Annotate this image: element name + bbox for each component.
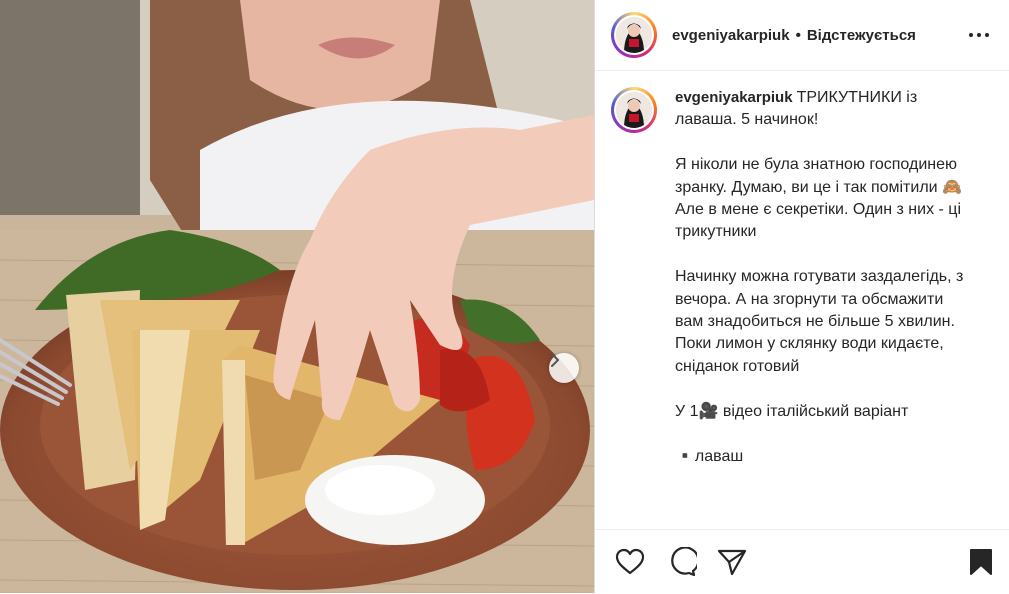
comment-button[interactable] bbox=[667, 547, 697, 577]
post-header: evgeniyakarpiuk • Відстежується bbox=[595, 0, 1009, 71]
like-button[interactable] bbox=[615, 548, 645, 576]
avatar-image bbox=[616, 92, 652, 128]
more-options-icon[interactable] bbox=[969, 33, 989, 37]
heart-icon bbox=[615, 548, 645, 575]
chevron-right-icon bbox=[551, 353, 559, 367]
caption-body: ТРИКУТНИКИ із лаваша. 5 начинок! Я нікол… bbox=[675, 89, 964, 465]
follow-status-button[interactable]: Відстежується bbox=[807, 27, 916, 44]
share-button[interactable] bbox=[717, 548, 747, 576]
caption-comment: evgeniyakarpiuk ТРИКУТНИКИ із лаваша. 5 н… bbox=[595, 71, 1009, 468]
post-photo[interactable] bbox=[0, 0, 594, 593]
post-actions-bar bbox=[595, 529, 1009, 594]
save-button[interactable] bbox=[969, 548, 993, 576]
author-avatar[interactable] bbox=[611, 12, 657, 58]
avatar-image bbox=[616, 17, 652, 53]
caption-author-avatar[interactable] bbox=[611, 87, 657, 133]
author-username[interactable]: evgeniyakarpiuk bbox=[672, 27, 790, 44]
caption-username[interactable]: evgeniyakarpiuk bbox=[675, 89, 793, 106]
caption-section: evgeniyakarpiuk ТРИКУТНИКИ із лаваша. 5 н… bbox=[595, 71, 1009, 528]
food-photo-illustration bbox=[0, 0, 594, 593]
bookmark-icon bbox=[970, 549, 992, 575]
header-separator: • bbox=[795, 26, 801, 44]
comment-icon bbox=[671, 547, 697, 577]
post-side-panel: evgeniyakarpiuk • Відстежується evgeniya… bbox=[595, 0, 1009, 593]
caption-text: evgeniyakarpiuk ТРИКУТНИКИ із лаваша. 5 н… bbox=[675, 87, 975, 468]
next-photo-button[interactable] bbox=[549, 353, 579, 383]
paper-plane-icon bbox=[717, 549, 747, 576]
